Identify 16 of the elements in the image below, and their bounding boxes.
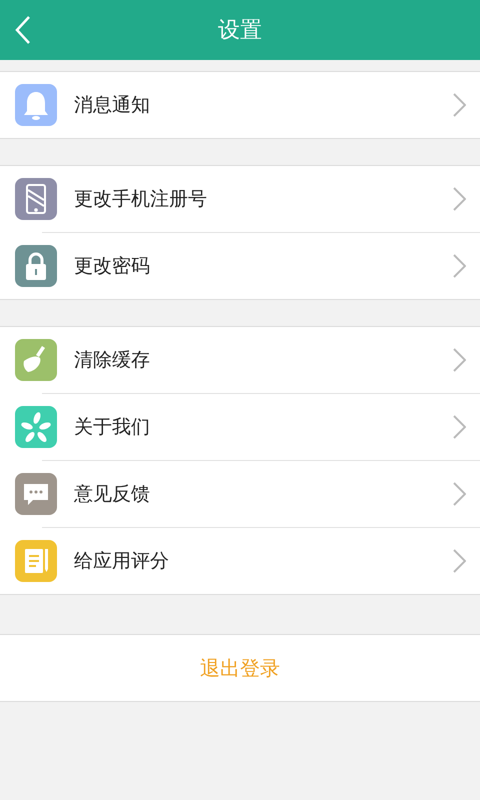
chevron-icon [453,348,466,372]
settings-item[interactable]: 更改密码 [0,233,480,299]
back-icon [15,15,31,45]
chevron-icon [453,549,466,573]
page-title: 设置 [218,16,262,44]
chevron-icon [453,415,466,439]
settings-item[interactable]: 清除缓存 [0,327,480,393]
settings-item[interactable]: 意见反馈 [0,461,480,527]
chevron-icon [453,482,466,506]
settings-item[interactable]: 更改手机注册号 [0,166,480,232]
settings-item[interactable]: 给应用评分 [0,528,480,594]
settings-item[interactable]: 消息通知 [0,72,480,138]
settings-item[interactable]: 关于我们 [0,394,480,460]
chevron-icon [453,254,466,278]
chevron-icon [453,187,466,211]
chevron-icon [453,93,466,117]
